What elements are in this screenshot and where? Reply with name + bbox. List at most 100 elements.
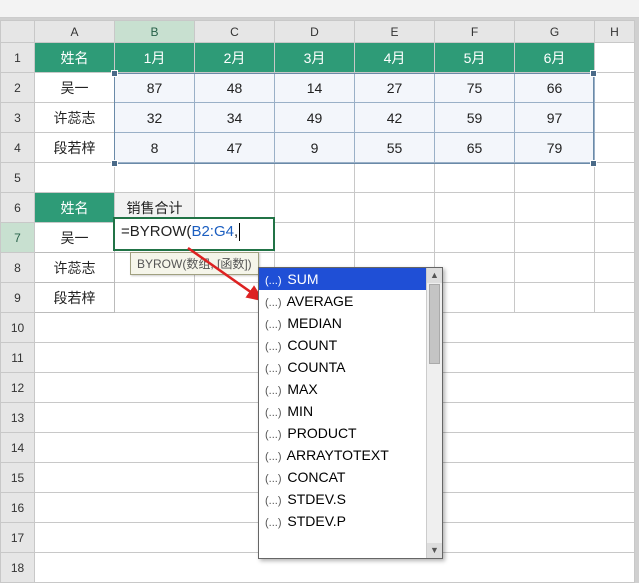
data-cell[interactable]: 47 <box>195 133 275 163</box>
cell[interactable] <box>595 253 635 283</box>
cell-editor-B7[interactable]: =BYROW(B2:G4, <box>113 217 275 251</box>
row-header-6[interactable]: 6 <box>1 193 35 223</box>
cell[interactable] <box>115 163 195 193</box>
row-header-18[interactable]: 18 <box>1 553 35 583</box>
name-cell[interactable]: 吴一 <box>35 73 115 103</box>
scroll-thumb[interactable] <box>429 284 440 364</box>
dropdown-item-average[interactable]: (...) AVERAGE <box>259 290 442 312</box>
dropdown-item-counta[interactable]: (...) COUNTA <box>259 356 442 378</box>
summary-name[interactable]: 段若梓 <box>35 283 115 313</box>
row-header-5[interactable]: 5 <box>1 163 35 193</box>
row-header-4[interactable]: 4 <box>1 133 35 163</box>
cell[interactable] <box>595 283 635 313</box>
row-header-2[interactable]: 2 <box>1 73 35 103</box>
cell[interactable] <box>515 193 595 223</box>
row-header-14[interactable]: 14 <box>1 433 35 463</box>
row-header-3[interactable]: 3 <box>1 103 35 133</box>
header-m6[interactable]: 6月 <box>515 43 595 73</box>
col-header-F[interactable]: F <box>435 21 515 43</box>
data-cell[interactable]: 97 <box>515 103 595 133</box>
summary-name[interactable]: 许蕊志 <box>35 253 115 283</box>
dropdown-item-min[interactable]: (...) MIN <box>259 400 442 422</box>
row-header-7[interactable]: 7 <box>1 223 35 253</box>
row-header-8[interactable]: 8 <box>1 253 35 283</box>
cell[interactable] <box>115 283 195 313</box>
cell[interactable] <box>515 163 595 193</box>
dropdown-item-stdevs[interactable]: (...) STDEV.S <box>259 488 442 510</box>
header-m4[interactable]: 4月 <box>355 43 435 73</box>
data-cell[interactable]: 9 <box>275 133 355 163</box>
row-header-11[interactable]: 11 <box>1 343 35 373</box>
dropdown-item-median[interactable]: (...) MEDIAN <box>259 312 442 334</box>
data-cell[interactable]: 66 <box>515 73 595 103</box>
header-m1[interactable]: 1月 <box>115 43 195 73</box>
cell[interactable] <box>435 163 515 193</box>
dropdown-item-stdevp[interactable]: (...) STDEV.P <box>259 510 442 532</box>
data-cell[interactable]: 75 <box>435 73 515 103</box>
dropdown-item-count[interactable]: (...) COUNT <box>259 334 442 356</box>
header-m3[interactable]: 3月 <box>275 43 355 73</box>
name-cell[interactable]: 段若梓 <box>35 133 115 163</box>
row-header-9[interactable]: 9 <box>1 283 35 313</box>
col-header-B[interactable]: B <box>115 21 195 43</box>
data-cell[interactable]: 27 <box>355 73 435 103</box>
data-cell[interactable]: 14 <box>275 73 355 103</box>
cell[interactable] <box>275 193 355 223</box>
cell[interactable] <box>515 223 595 253</box>
select-all-corner[interactable] <box>1 21 35 43</box>
name-cell[interactable]: 许蕊志 <box>35 103 115 133</box>
col-header-C[interactable]: C <box>195 21 275 43</box>
data-cell[interactable]: 87 <box>115 73 195 103</box>
data-cell[interactable]: 59 <box>435 103 515 133</box>
dropdown-item-arraytotext[interactable]: (...) ARRAYTOTEXT <box>259 444 442 466</box>
data-cell[interactable]: 65 <box>435 133 515 163</box>
data-cell[interactable]: 34 <box>195 103 275 133</box>
header-m2[interactable]: 2月 <box>195 43 275 73</box>
dropdown-item-max[interactable]: (...) MAX <box>259 378 442 400</box>
summary-name-header[interactable]: 姓名 <box>35 193 115 223</box>
cell[interactable] <box>595 193 635 223</box>
cell[interactable] <box>355 193 435 223</box>
cell[interactable] <box>355 163 435 193</box>
col-header-G[interactable]: G <box>515 21 595 43</box>
function-autocomplete-dropdown[interactable]: (...) SUM(...) AVERAGE(...) MEDIAN(...) … <box>258 267 443 559</box>
dropdown-item-sum[interactable]: (...) SUM <box>259 268 442 290</box>
row-header-1[interactable]: 1 <box>1 43 35 73</box>
data-cell[interactable]: 49 <box>275 103 355 133</box>
data-cell[interactable]: 42 <box>355 103 435 133</box>
cell[interactable] <box>515 283 595 313</box>
dropdown-item-concat[interactable]: (...) CONCAT <box>259 466 442 488</box>
data-cell[interactable]: 48 <box>195 73 275 103</box>
cell[interactable] <box>275 223 355 253</box>
cell[interactable] <box>435 193 515 223</box>
data-cell[interactable]: 79 <box>515 133 595 163</box>
cell[interactable] <box>195 163 275 193</box>
data-cell[interactable]: 32 <box>115 103 195 133</box>
cell[interactable] <box>435 223 515 253</box>
dropdown-scrollbar[interactable]: ▲ ▼ <box>426 268 442 558</box>
cell[interactable] <box>595 223 635 253</box>
row-header-12[interactable]: 12 <box>1 373 35 403</box>
cell[interactable] <box>35 163 115 193</box>
cell[interactable] <box>435 283 515 313</box>
col-header-E[interactable]: E <box>355 21 435 43</box>
row-header-10[interactable]: 10 <box>1 313 35 343</box>
cell[interactable] <box>595 43 635 73</box>
col-header-A[interactable]: A <box>35 21 115 43</box>
data-cell[interactable]: 55 <box>355 133 435 163</box>
row-header-16[interactable]: 16 <box>1 493 35 523</box>
cell[interactable] <box>515 253 595 283</box>
row-header-15[interactable]: 15 <box>1 463 35 493</box>
cell[interactable] <box>595 133 635 163</box>
row-header-17[interactable]: 17 <box>1 523 35 553</box>
header-name[interactable]: 姓名 <box>35 43 115 73</box>
col-header-H[interactable]: H <box>595 21 635 43</box>
data-cell[interactable]: 8 <box>115 133 195 163</box>
scroll-up-button[interactable]: ▲ <box>427 268 442 283</box>
col-header-D[interactable]: D <box>275 21 355 43</box>
cell[interactable] <box>435 253 515 283</box>
cell[interactable] <box>355 223 435 253</box>
dropdown-item-product[interactable]: (...) PRODUCT <box>259 422 442 444</box>
header-m5[interactable]: 5月 <box>435 43 515 73</box>
row-header-13[interactable]: 13 <box>1 403 35 433</box>
